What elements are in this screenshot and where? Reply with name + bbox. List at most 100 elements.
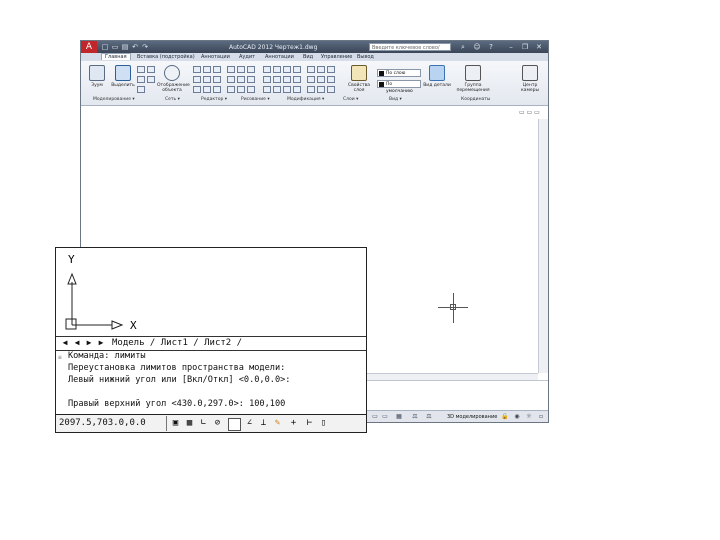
surface-blend-icon[interactable] <box>203 76 211 83</box>
cone-icon[interactable] <box>137 86 145 93</box>
snap-icon[interactable]: ▣ <box>170 418 181 429</box>
ortho-icon[interactable]: ∟ <box>198 418 209 429</box>
surface-patch-icon[interactable] <box>213 76 221 83</box>
lock-icon[interactable]: 🔒 <box>501 413 509 420</box>
line-icon[interactable] <box>227 66 235 73</box>
copy-icon[interactable] <box>263 76 271 83</box>
group-move-button[interactable]: Группа перемещения <box>453 65 493 93</box>
osnap-icon[interactable] <box>228 418 241 431</box>
object-display-button[interactable]: Отображение объекта <box>157 65 190 93</box>
tab-audit[interactable]: Аудит <box>239 54 255 60</box>
tab-annotate[interactable]: Аннотации <box>201 54 230 60</box>
open-icon[interactable]: ▭ <box>111 43 119 51</box>
panel-label-layers[interactable]: Слои ▾ <box>343 97 358 102</box>
cylinder-icon[interactable] <box>137 76 145 83</box>
loft-icon[interactable] <box>213 86 221 93</box>
tab-annotations[interactable]: Аннотации <box>265 54 294 60</box>
fillet-icon[interactable] <box>283 76 291 83</box>
mirror-icon[interactable] <box>273 76 281 83</box>
model-space-icon[interactable]: ▭ <box>371 413 379 420</box>
minimize-button[interactable]: – <box>507 43 515 51</box>
redo-icon[interactable]: ↷ <box>141 43 149 51</box>
zoom-button[interactable]: Зуум <box>84 65 110 88</box>
next-layout-icon[interactable]: ▶ <box>84 338 94 348</box>
first-layout-icon[interactable]: ◀ <box>60 338 70 348</box>
last-layout-icon[interactable]: ▶ <box>96 338 106 348</box>
hardware-acceleration-icon[interactable]: ◉ <box>513 413 521 420</box>
help-icon[interactable]: ? <box>487 43 495 51</box>
ducs-icon[interactable]: ⊥ <box>258 418 269 429</box>
mesh-icon[interactable] <box>193 66 201 73</box>
circle-icon[interactable] <box>247 66 255 73</box>
select-button[interactable]: Выделить <box>110 65 136 88</box>
new-icon[interactable]: □ <box>101 43 109 51</box>
layout-tabs-label[interactable]: Модель / Лист1 / Лист2 / <box>112 338 242 348</box>
polar-icon[interactable]: ⊘ <box>212 418 223 429</box>
explode-icon[interactable] <box>293 86 301 93</box>
tab-view[interactable]: Вид <box>303 54 313 60</box>
trim-icon[interactable] <box>283 66 291 73</box>
offset-icon[interactable] <box>283 86 291 93</box>
revolve-icon[interactable] <box>203 86 211 93</box>
imprint-icon[interactable] <box>327 86 335 93</box>
grid-icon[interactable]: ▦ <box>184 418 195 429</box>
quick-view-icon[interactable]: ▦ <box>395 413 403 420</box>
rotate-icon[interactable] <box>273 66 281 73</box>
hatch-icon[interactable] <box>247 76 255 83</box>
tab-manage[interactable]: Управление <box>321 54 352 60</box>
thicken-icon[interactable] <box>317 76 325 83</box>
extrude-icon[interactable] <box>193 86 201 93</box>
transparency-icon[interactable]: ⊢ <box>304 418 315 429</box>
prev-layout-icon[interactable]: ◀ <box>72 338 82 348</box>
quick-properties-icon[interactable]: ▯ <box>318 418 329 429</box>
layout-icon[interactable]: ▭ <box>381 413 389 420</box>
camera-button[interactable]: Центр камеры <box>515 65 545 93</box>
shell-icon[interactable] <box>327 76 335 83</box>
annotation-scale-icon[interactable]: ⚖ <box>411 413 419 420</box>
panel-label-modeling[interactable]: Моделирование ▾ <box>93 97 135 102</box>
otrack-icon[interactable]: ∠ <box>244 418 255 429</box>
tab-insert[interactable]: Вставка (подстройка) <box>137 54 195 60</box>
viewport-controls[interactable]: ▭ ▭ ▭ <box>519 109 540 116</box>
dyn-icon[interactable]: ✎ <box>272 418 283 429</box>
slice-icon[interactable] <box>307 76 315 83</box>
polyline-icon[interactable] <box>237 66 245 73</box>
scale-icon[interactable] <box>273 86 281 93</box>
intersect-icon[interactable] <box>327 66 335 73</box>
sphere-icon[interactable] <box>147 66 155 73</box>
isolate-icon[interactable]: ☼ <box>525 413 533 420</box>
panel-label-view[interactable]: Вид ▾ <box>389 97 402 102</box>
mesh-smooth-icon[interactable] <box>203 66 211 73</box>
command-window-grip[interactable]: ≡ <box>58 352 62 364</box>
user-icon[interactable]: ☺ <box>473 43 481 51</box>
layer-properties-button[interactable]: Свойства слоя <box>343 65 375 93</box>
section-icon[interactable] <box>307 86 315 93</box>
panel-label-draw[interactable]: Рисование ▾ <box>241 97 270 102</box>
maximize-button[interactable]: ❐ <box>521 43 529 51</box>
search-input[interactable]: Введите ключевое слово/фразу <box>369 43 451 59</box>
union-icon[interactable] <box>307 66 315 73</box>
wedge-icon[interactable] <box>147 76 155 83</box>
undo-icon[interactable]: ↶ <box>131 43 139 51</box>
extend-icon[interactable] <box>293 66 301 73</box>
view-detail-button[interactable]: Вид детали <box>423 65 451 88</box>
arc-icon[interactable] <box>227 76 235 83</box>
move-icon[interactable] <box>263 66 271 73</box>
stretch-icon[interactable] <box>263 86 271 93</box>
close-button[interactable]: ✕ <box>535 43 543 51</box>
linetype-combo[interactable]: По умолчанию <box>377 80 421 94</box>
search-icon[interactable]: ⌕ <box>459 43 467 51</box>
interfere-icon[interactable] <box>317 86 325 93</box>
subtract-icon[interactable] <box>317 66 325 73</box>
vertical-scrollbar[interactable] <box>538 119 548 373</box>
color-combo[interactable]: По слою <box>377 69 421 77</box>
tab-home[interactable]: Главная <box>101 53 131 60</box>
lineweight-icon[interactable]: + <box>288 418 299 429</box>
workspace-switch[interactable]: 3D моделирование <box>447 414 497 420</box>
point-icon[interactable] <box>247 86 255 93</box>
spline-icon[interactable] <box>227 86 235 93</box>
surface-icon[interactable] <box>193 76 201 83</box>
application-menu-button[interactable]: A <box>81 41 97 53</box>
array-icon[interactable] <box>293 76 301 83</box>
tab-output[interactable]: Вывод <box>357 54 374 60</box>
